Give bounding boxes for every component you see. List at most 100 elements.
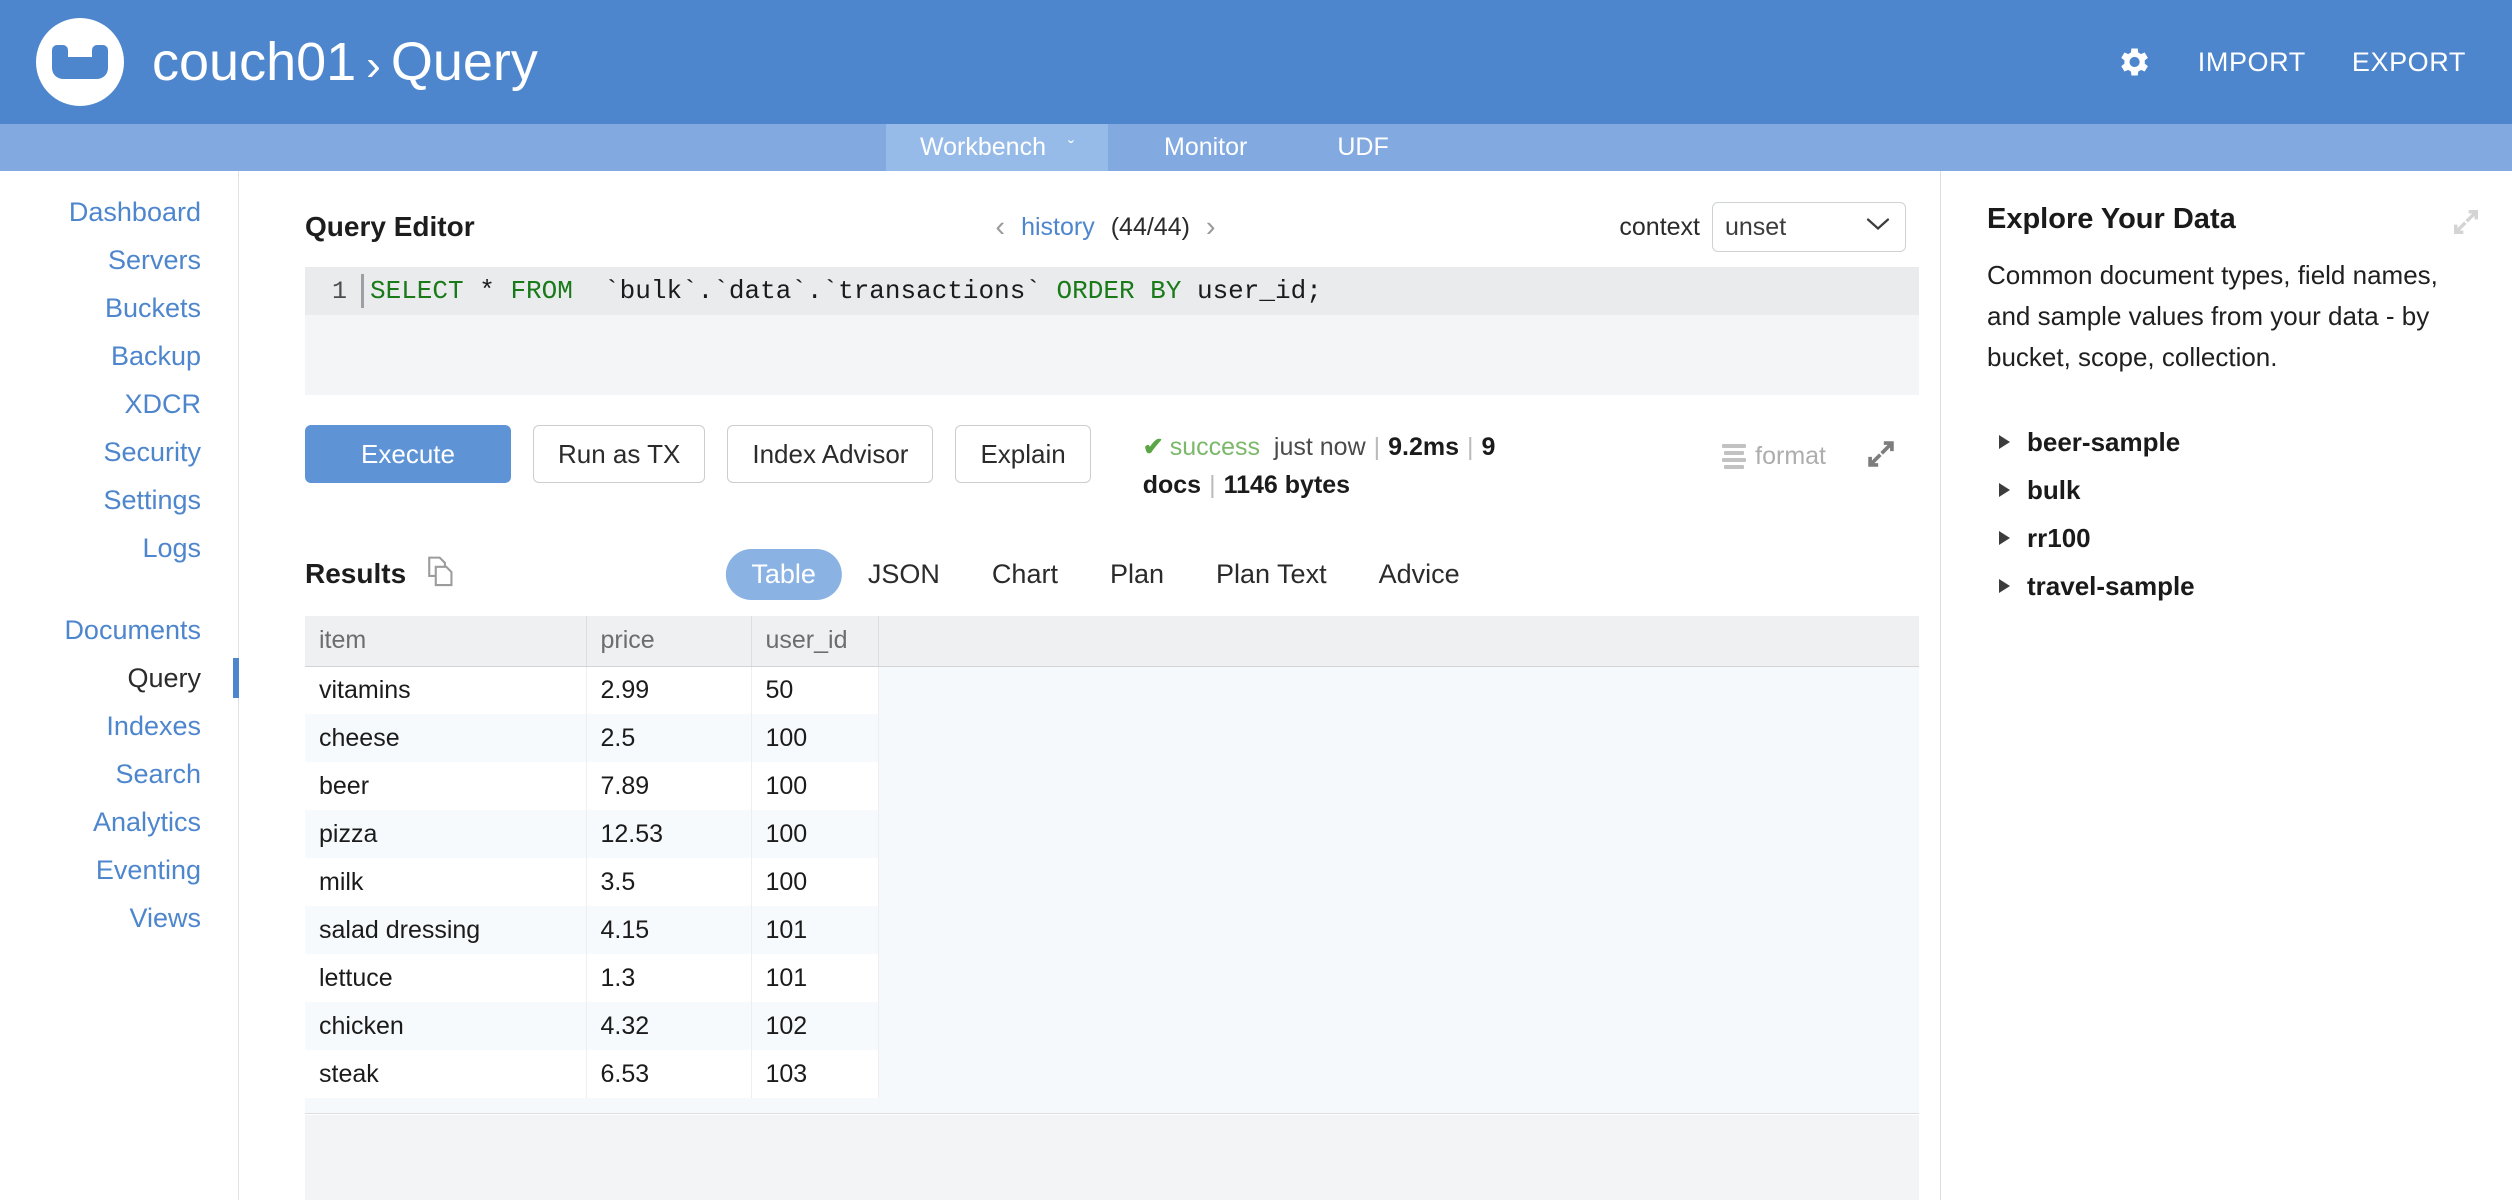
status-time-ago: just now [1273, 433, 1366, 461]
sidebar-item-views[interactable]: Views [0, 894, 238, 942]
sidebar-item-xdcr[interactable]: XDCR [0, 380, 238, 428]
gear-icon[interactable] [2114, 43, 2152, 81]
tab-table[interactable]: Table [725, 548, 842, 600]
tab-udf[interactable]: UDF [1303, 124, 1422, 171]
table-row[interactable]: chicken 4.32 102 [305, 1002, 879, 1050]
cell-item: steak [305, 1050, 587, 1098]
sidebar-item-eventing[interactable]: Eventing [0, 846, 238, 894]
status-separator: | [1209, 471, 1216, 499]
header-actions: IMPORT EXPORT [2114, 43, 2466, 81]
sidebar-item-label: Dashboard [68, 196, 201, 227]
sidebar-item-query[interactable]: Query [0, 654, 239, 702]
sidebar-item-label: Eventing [95, 854, 201, 885]
sidebar-item-label: Logs [142, 532, 201, 563]
brand[interactable]: couch01 › Query [36, 18, 538, 106]
couchbase-logo-icon [36, 18, 124, 106]
expand-arrows-icon[interactable] [2450, 206, 2482, 243]
context-label: context [1619, 212, 1700, 241]
column-header-item[interactable]: item [305, 616, 587, 667]
results-table: item price user_id vitamins 2.99 50 chee… [305, 616, 879, 1098]
table-row[interactable]: pizza 12.53 100 [305, 810, 879, 858]
sql-token: SELECT [370, 276, 464, 306]
bucket-item-beer-sample[interactable]: beer-sample [1987, 418, 2472, 466]
history-prev-icon[interactable]: ‹ [995, 212, 1005, 242]
sidebar-item-buckets[interactable]: Buckets [0, 284, 238, 332]
bucket-label: rr100 [2027, 522, 2091, 553]
sidebar-item-label: Servers [107, 244, 201, 275]
tab-chart[interactable]: Chart [966, 549, 1084, 600]
bucket-item-rr100[interactable]: rr100 [1987, 514, 2472, 562]
table-row[interactable]: lettuce 1.3 101 [305, 954, 879, 1002]
sidebar-item-backup[interactable]: Backup [0, 332, 238, 380]
tab-workbench[interactable]: Workbench ˇ [886, 124, 1108, 171]
sidebar-item-dashboard[interactable]: Dashboard [0, 188, 238, 236]
sql-token: user_id; [1181, 276, 1322, 306]
sidebar-item-label: Analytics [92, 806, 201, 837]
sidebar-item-indexes[interactable]: Indexes [0, 702, 238, 750]
tab-monitor[interactable]: Monitor [1130, 124, 1281, 171]
column-header-user-id[interactable]: user_id [751, 616, 879, 667]
tab-json[interactable]: JSON [842, 549, 966, 600]
execute-button[interactable]: Execute [305, 425, 511, 483]
bucket-label: travel-sample [2027, 570, 2195, 601]
sql-query-text: SELECT * FROM `bulk`.`data`.`transaction… [370, 276, 1322, 306]
index-advisor-button[interactable]: Index Advisor [727, 425, 934, 483]
cell-item: milk [305, 858, 587, 906]
table-row[interactable]: beer 7.89 100 [305, 762, 879, 810]
chevron-right-icon [1999, 579, 2010, 593]
cell-item: pizza [305, 810, 587, 858]
expand-arrows-icon[interactable] [1864, 437, 1898, 476]
status-size: 1146 bytes [1223, 471, 1351, 499]
table-row[interactable]: vitamins 2.99 50 [305, 666, 879, 714]
format-label: format [1755, 442, 1826, 470]
sidebar-item-settings[interactable]: Settings [0, 476, 238, 524]
table-row[interactable]: cheese 2.5 100 [305, 714, 879, 762]
breadcrumb-separator: › [366, 41, 381, 90]
sql-editor-line[interactable]: 1 SELECT * FROM `bulk`.`data`.`transacti… [305, 267, 1919, 315]
tab-workbench-label: Workbench [920, 133, 1046, 161]
cell-price: 2.5 [586, 714, 752, 762]
cell-user-id: 102 [751, 1002, 879, 1050]
sidebar-item-security[interactable]: Security [0, 428, 238, 476]
text-cursor [361, 274, 364, 308]
import-button[interactable]: IMPORT [2198, 47, 2306, 78]
explain-button[interactable]: Explain [955, 425, 1091, 483]
chevron-right-icon [1999, 531, 2010, 545]
sidebar-item-logs[interactable]: Logs [0, 524, 238, 572]
sidebar-item-search[interactable]: Search [0, 750, 238, 798]
sql-editor[interactable]: 1 SELECT * FROM `bulk`.`data`.`transacti… [305, 267, 1919, 395]
chevron-down-icon: ˇ [1068, 137, 1074, 158]
context-select[interactable]: unset [1712, 202, 1906, 252]
export-button[interactable]: EXPORT [2352, 47, 2466, 78]
cell-user-id: 100 [751, 858, 879, 906]
main-layout: Dashboard Servers Buckets Backup XDCR Se… [0, 171, 2512, 1200]
sidebar-item-servers[interactable]: Servers [0, 236, 238, 284]
cluster-name: couch01 [152, 32, 357, 92]
history-next-icon[interactable]: › [1206, 212, 1216, 242]
tab-advice[interactable]: Advice [1353, 549, 1486, 600]
success-check-icon: ✔ [1142, 433, 1164, 461]
cell-price: 12.53 [586, 810, 752, 858]
bucket-label: beer-sample [2027, 426, 2181, 457]
tab-plan[interactable]: Plan [1084, 549, 1190, 600]
table-row[interactable]: steak 6.53 103 [305, 1050, 879, 1098]
query-editor-header: Query Editor ‹ history (44/44) › context… [305, 201, 1906, 253]
tab-plan-text[interactable]: Plan Text [1190, 549, 1353, 600]
tab-monitor-label: Monitor [1164, 133, 1248, 161]
cell-price: 6.53 [586, 1050, 752, 1098]
cell-price: 4.15 [586, 906, 752, 954]
sql-token: ORDER BY [1056, 276, 1182, 306]
copy-icon[interactable] [426, 555, 456, 594]
sidebar-item-documents[interactable]: Documents [0, 606, 238, 654]
run-as-tx-button[interactable]: Run as TX [533, 425, 706, 483]
column-header-price[interactable]: price [586, 616, 752, 667]
sidebar-item-analytics[interactable]: Analytics [0, 798, 238, 846]
table-row[interactable]: milk 3.5 100 [305, 858, 879, 906]
format-button[interactable]: format [1722, 442, 1826, 471]
history-link[interactable]: history [1021, 213, 1095, 242]
bucket-item-travel-sample[interactable]: travel-sample [1987, 562, 2472, 610]
bucket-item-bulk[interactable]: bulk [1987, 466, 2472, 514]
table-row[interactable]: salad dressing 4.15 101 [305, 906, 879, 954]
cell-price: 4.32 [586, 1002, 752, 1050]
sidebar-item-label: Security [103, 436, 201, 467]
